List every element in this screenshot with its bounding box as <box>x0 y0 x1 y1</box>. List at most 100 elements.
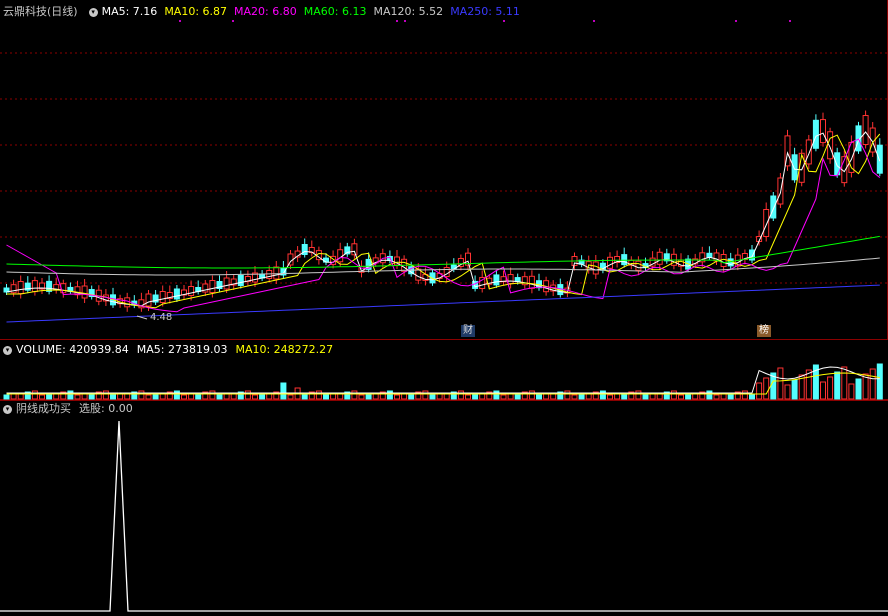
volume-bar <box>536 394 542 400</box>
volume-bar <box>138 390 145 400</box>
volume-bar <box>876 363 883 400</box>
ma5-line <box>6 131 881 307</box>
candle-body <box>876 144 883 174</box>
candle-body <box>720 254 727 268</box>
price-panel[interactable]: 云鼎科技(日线) ▾ MA5: 7.16 MA10: 6.87 MA20: 6.80… <box>0 0 888 340</box>
volume-bar <box>642 394 649 400</box>
candle-body <box>173 288 180 300</box>
candle-body <box>209 280 216 293</box>
candle-body <box>351 243 358 256</box>
candle-body <box>17 281 24 295</box>
volume-bar <box>209 390 216 400</box>
candle-body <box>812 119 819 149</box>
candle-body <box>273 266 280 280</box>
volume-bar <box>578 393 585 400</box>
candle-body <box>188 286 195 296</box>
volume-bar <box>102 390 109 400</box>
candle-body <box>827 131 834 160</box>
candle-body <box>493 274 500 286</box>
volume-bar <box>365 393 372 400</box>
volume-bar <box>323 394 329 400</box>
volume-bar <box>820 381 826 400</box>
volume-bar <box>500 394 507 400</box>
volume-bar <box>429 394 436 400</box>
volume-bar <box>280 382 287 400</box>
volume-bar <box>386 390 393 400</box>
indicator-panel-menu-icon[interactable]: ▾ <box>3 404 12 414</box>
volume-bar <box>472 393 479 400</box>
candle-body <box>237 275 244 286</box>
volume-bar <box>599 390 606 400</box>
candle-body <box>805 139 812 165</box>
volume-bar <box>777 367 784 400</box>
volume-bar <box>763 377 770 400</box>
volume-value: VOLUME: 420939.84 <box>16 343 129 356</box>
signal-dot <box>232 20 234 22</box>
candle-body <box>656 251 663 265</box>
candle-body <box>607 256 613 269</box>
volume-bar <box>188 393 195 400</box>
ma-legend-item: MA10: 6.87 <box>164 5 228 18</box>
volume-bar <box>10 393 17 400</box>
signal-dot <box>503 20 505 22</box>
candle-body <box>124 297 131 308</box>
volume-panel[interactable]: ▾ VOLUME: 420939.84 MA5: 273819.03 MA10:… <box>0 340 888 400</box>
candle-body <box>862 115 869 146</box>
volume-bar <box>259 393 266 400</box>
volume-bar <box>216 394 223 400</box>
candle-body <box>592 261 599 275</box>
indicator-header: ▾ 阴线成功买 选股: 0.00 <box>0 401 141 417</box>
ma120-line <box>6 257 880 276</box>
candle-body <box>528 275 535 289</box>
volume-bar <box>74 394 81 400</box>
indicator-chart[interactable] <box>0 400 888 616</box>
volume-ma5-line <box>6 366 880 394</box>
volume-bar <box>749 394 755 400</box>
volume-bar <box>528 390 535 400</box>
candle-body <box>791 154 798 181</box>
signal-line <box>0 420 888 612</box>
volume-bar <box>330 393 337 400</box>
finance-marker[interactable]: 财 <box>461 325 475 337</box>
ma60-line <box>6 235 880 269</box>
volume-bar <box>401 393 408 400</box>
ma20-line <box>6 138 881 313</box>
indicator-menu-icon[interactable]: ▾ <box>88 7 98 17</box>
ma-legend: MA5: 7.16 MA10: 6.87 MA20: 6.80 MA60: 6.13 M… <box>102 4 527 20</box>
volume-bar <box>784 384 791 400</box>
candle-body <box>145 293 152 307</box>
ma-legend-item: MA20: 6.80 <box>234 5 297 18</box>
volume-bar <box>685 393 692 400</box>
volume-bar <box>46 393 53 400</box>
price-chart[interactable] <box>0 0 888 340</box>
volume-bar <box>181 394 187 400</box>
stock-name: 云鼎科技(日线) <box>3 5 78 18</box>
indicator-panel[interactable]: ▾ 阴线成功买 选股: 0.00 <box>0 400 888 616</box>
candle-body <box>621 254 628 266</box>
volume-bar <box>31 390 38 400</box>
volume-bar <box>543 393 550 400</box>
volume-bar <box>81 393 88 400</box>
ma10-line <box>6 133 881 309</box>
dragon-tiger-marker[interactable]: 榜 <box>757 325 771 337</box>
price-header: 云鼎科技(日线) ▾ MA5: 7.16 MA10: 6.87 MA20: 6.80… <box>0 4 527 20</box>
volume-bar <box>315 390 322 400</box>
candle-body <box>159 291 166 303</box>
volume-bar <box>67 390 74 400</box>
signal-dot <box>593 20 595 22</box>
volume-bar <box>827 376 834 400</box>
ma-legend-item: MA120: 5.52 <box>373 5 444 18</box>
signal-dot <box>789 20 791 22</box>
volume-bar <box>720 393 727 400</box>
volume-bar <box>564 390 571 400</box>
candle-body <box>337 249 344 263</box>
volume-bar <box>422 390 429 400</box>
volume-menu-icon[interactable]: ▾ <box>3 345 12 355</box>
volume-bar <box>287 394 294 400</box>
candle-body <box>223 277 230 290</box>
candle-body <box>635 260 642 271</box>
volume-bar <box>436 393 443 400</box>
volume-bar <box>841 366 848 400</box>
volume-bar <box>252 394 258 400</box>
volume-bar <box>507 393 514 400</box>
